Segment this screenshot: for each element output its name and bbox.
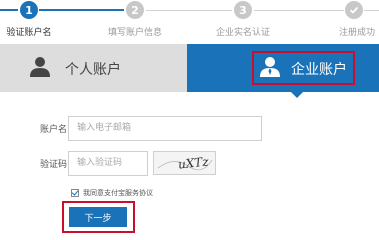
step-1-number: 1	[25, 3, 33, 17]
captcha-label: 验证码	[40, 160, 68, 170]
step-line-2-3	[146, 10, 232, 11]
step-1-circle: 1	[20, 1, 38, 19]
user-icon	[30, 57, 50, 77]
step-2-label: 填写账户信息	[107, 28, 163, 38]
business-tab-highlight	[252, 51, 355, 85]
step-line-3-4	[254, 10, 344, 11]
agree-checkbox[interactable]	[71, 189, 79, 197]
step-line-right	[364, 10, 379, 11]
step-line-1-2	[39, 9, 124, 11]
step-2-number: 2	[131, 3, 139, 17]
agree-text: 我同意支付宝服务协议	[83, 188, 153, 198]
check-icon	[345, 1, 363, 19]
captcha-text: uXTz	[177, 154, 210, 171]
step-3-circle: 3	[234, 1, 252, 19]
step-line-left	[0, 9, 18, 11]
account-name-input[interactable]: 输入电子邮箱	[68, 116, 262, 141]
captcha-input[interactable]: 输入验证码	[68, 151, 148, 176]
captcha-image[interactable]: uXTz	[153, 151, 216, 175]
account-name-label: 账户名	[40, 125, 68, 135]
step-3-number: 3	[239, 3, 247, 17]
step-4-label: 注册成功	[338, 28, 376, 38]
step-3-label: 企业实名认证	[215, 28, 271, 38]
tab-personal-label: 个人账户	[65, 62, 121, 78]
agree-prefix: 我同意	[83, 189, 104, 197]
active-tab-pointer	[290, 91, 304, 98]
next-button-highlight	[62, 201, 135, 233]
step-1-label: 验证账户名	[6, 28, 52, 38]
service-agreement-link[interactable]: 支付宝服务协议	[104, 189, 153, 197]
tab-personal-account[interactable]: 个人账户	[0, 44, 187, 92]
step-2-circle: 2	[126, 1, 144, 19]
